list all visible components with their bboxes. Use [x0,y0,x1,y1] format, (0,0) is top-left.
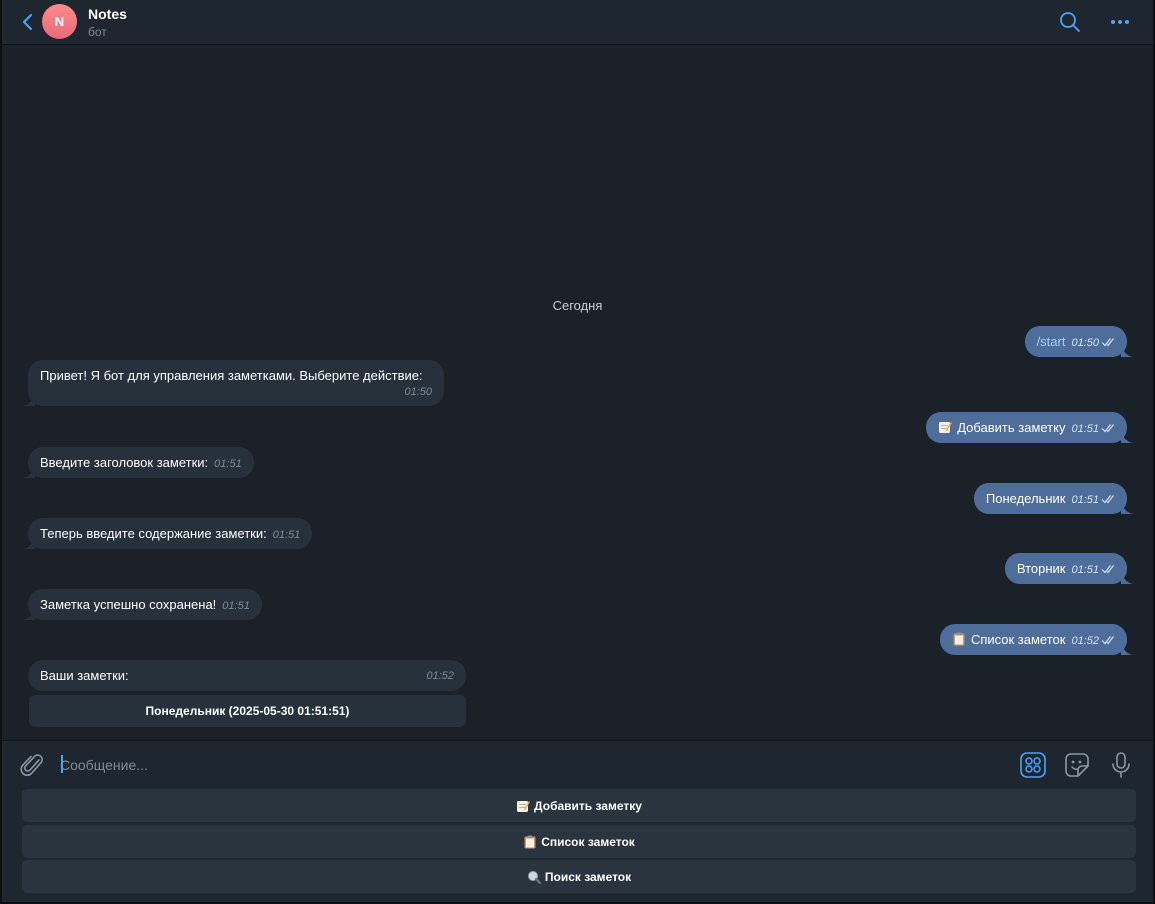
message-time: 01:51 [1071,423,1099,435]
message-incoming: Ваши заметки: 01:52 [28,660,466,691]
reply-button-label: Добавить заметку [534,798,642,813]
sticker-smile-icon [1065,753,1089,777]
attach-button[interactable] [20,751,46,779]
chat-header: N Notes бот [2,0,1153,45]
text-caret [61,755,63,773]
message-time: 01:52 [426,670,454,682]
message-outgoing: Вторник 01:51 [1004,553,1133,584]
reply-button-search-notes[interactable]: Поиск заметок [22,860,1136,893]
double-check-icon [1101,338,1114,347]
search-button[interactable] [1058,10,1082,34]
message-outgoing: Понедельник 01:51 [973,483,1133,514]
message-time: 01:51 [1071,494,1099,506]
message-text: Введите заголовок заметки: [40,455,209,470]
bubble-tail [1121,641,1133,655]
reply-button-label: Поиск заметок [544,869,632,884]
inline-button-label: Понедельник (2025-05-30 01:51:51) [145,704,350,718]
avatar-letter: N [54,14,65,29]
keyboard-grid-icon [1020,752,1046,778]
message-text: Заметка успешно сохранена! [40,597,217,612]
bubble-tail [23,535,35,549]
message-outgoing: Список заметок 01:52 [939,624,1133,655]
date-separator: Сегодня [552,298,603,313]
double-check-icon [1101,424,1114,433]
double-check-icon [1101,495,1114,504]
message-time: 01:52 [1071,635,1099,647]
message-time: 01:50 [1071,337,1099,349]
message-outgoing: Добавить заметку 01:51 [926,412,1133,443]
message-text: Вторник [1016,561,1066,576]
message-time: 01:51 [222,600,250,612]
message-time: 01:51 [272,529,301,541]
back-button[interactable] [16,8,38,36]
message-composer [2,740,1153,788]
chevron-left-icon [22,13,33,31]
microphone-icon [1112,752,1130,778]
message-text: Теперь введите содержание заметки: [40,526,267,541]
message-text: Ваши заметки: [40,668,129,683]
reply-button-list-notes[interactable]: Список заметок [22,825,1136,858]
avatar[interactable]: N [42,4,77,39]
sticker-button[interactable] [1064,752,1090,778]
message-time: 01:51 [1071,564,1099,576]
inline-button-note[interactable]: Понедельник (2025-05-30 01:51:51) [29,695,466,727]
reply-button-add-note[interactable]: Добавить заметку [22,789,1136,822]
bubble-tail [23,464,35,478]
message-text[interactable]: /start [1037,334,1066,349]
message-incoming: Введите заголовок заметки: 01:51 [23,447,254,478]
message-incoming: Заметка успешно сохранена! 01:51 [23,589,262,620]
message-incoming: Привет! Я бот для управления заметками. … [23,360,444,406]
clipboard-icon [524,835,536,848]
paperclip-icon [20,754,43,776]
message-incoming: Теперь введите содержание заметки: 01:51 [23,518,313,549]
bubble-tail [1121,429,1133,443]
bubble-tail [23,606,35,620]
double-check-icon [1101,565,1114,574]
message-input[interactable] [60,753,960,777]
message-outgoing[interactable]: /start 01:50 [1024,326,1133,357]
bubble-tail [1121,343,1133,357]
memo-icon [939,422,953,433]
message-text: Список заметок [970,632,1066,647]
memo-icon [517,800,531,812]
message-time: 01:50 [404,386,432,398]
reply-button-label: Список заметок [541,834,635,849]
bubble-tail [23,392,35,406]
message-text: Привет! Я бот для управления заметками. … [40,368,423,383]
message-text: Понедельник [985,491,1066,506]
bubble-tail [1121,570,1133,584]
clipboard-icon [953,632,965,646]
bubble-tail [1121,500,1133,514]
message-time: 01:51 [214,458,242,470]
magnifier-icon [527,870,541,884]
bot-keyboard-toggle-button[interactable] [1020,752,1046,778]
more-button[interactable] [1106,12,1134,32]
search-icon [1060,12,1080,32]
reply-keyboard: Добавить заметку Список заметок Поиск за… [2,788,1153,902]
chat-subtitle: бот [88,25,107,39]
more-dots-icon [1111,20,1129,24]
chat-title[interactable]: Notes [88,6,127,22]
voice-record-button[interactable] [1110,751,1132,779]
double-check-icon [1101,636,1114,645]
message-text: Добавить заметку [957,420,1066,435]
